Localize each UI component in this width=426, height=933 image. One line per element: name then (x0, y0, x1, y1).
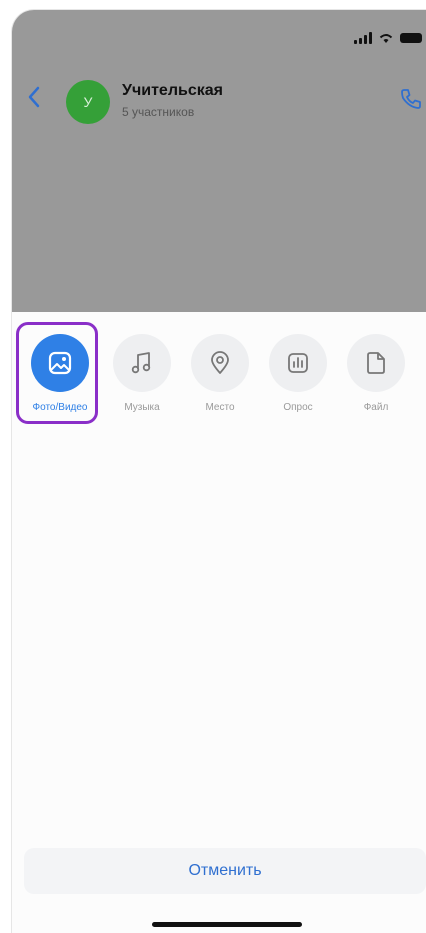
music-label: Музыка (124, 402, 160, 413)
call-button[interactable] (396, 84, 426, 114)
phone-icon (401, 89, 421, 109)
location-label: Место (205, 402, 235, 413)
file-icon (367, 352, 385, 374)
attach-location[interactable]: Место (182, 334, 258, 424)
attach-file[interactable]: Файл (338, 334, 414, 424)
phone-screen: У Учительская 5 участников Фото/Видео Му… (12, 10, 426, 933)
dimmed-chat-background[interactable]: У Учительская 5 участников (12, 10, 426, 312)
poll-chart-icon (288, 353, 308, 373)
attach-music[interactable]: Музыка (104, 334, 180, 424)
avatar[interactable]: У (66, 80, 110, 124)
poll-label: Опрос (283, 402, 313, 413)
avatar-letter: У (83, 94, 93, 110)
battery-icon (400, 33, 422, 43)
page: У Учительская 5 участников Фото/Видео Му… (0, 0, 426, 933)
location-button[interactable] (191, 334, 249, 392)
location-pin-icon (211, 351, 229, 374)
poll-button[interactable] (269, 334, 327, 392)
chat-subtitle: 5 участников (122, 105, 195, 119)
attachment-options: Фото/Видео Музыка Место Опрос Файл (12, 320, 426, 430)
file-label: Файл (363, 402, 389, 413)
home-indicator[interactable] (152, 922, 302, 927)
chevron-left-icon (28, 86, 40, 108)
music-button[interactable] (113, 334, 171, 392)
wifi-icon (379, 34, 393, 43)
selection-highlight (16, 322, 98, 424)
status-bar (354, 32, 422, 44)
attachment-sheet: Фото/Видео Музыка Место Опрос Файл Отмен… (12, 312, 426, 933)
attach-poll[interactable]: Опрос (260, 334, 336, 424)
chat-title: Учительская (122, 82, 223, 99)
cellular-signal-icon (354, 32, 372, 44)
music-note-icon (131, 352, 151, 374)
cancel-button[interactable]: Отменить (24, 848, 426, 894)
chat-header: У Учительская 5 участников (12, 70, 426, 130)
back-button[interactable] (22, 82, 46, 112)
file-button[interactable] (347, 334, 405, 392)
